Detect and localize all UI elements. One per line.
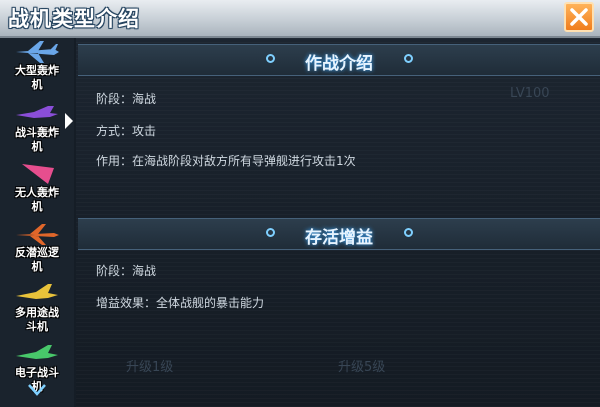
main-panel: LV100 升级1级 升级5级 作战介绍 阶段：海战 方式：攻击 作用：在海战阶… (76, 38, 600, 407)
ghost-upgrade-1: 升级1级 (126, 360, 174, 375)
sidebar-item-label: 大型轰炸机 (15, 64, 59, 91)
survival-section-title: 存活增益 (305, 228, 373, 248)
scroll-down-icon[interactable] (28, 384, 46, 396)
sidebar-item-asw-patrol[interactable]: 反潜巡逻机 (0, 222, 74, 282)
sidebar-item-label: 多用途战 斗机 (15, 306, 59, 333)
close-button[interactable] (564, 2, 594, 32)
close-icon (570, 8, 588, 26)
survival-section-header: 存活增益 (78, 218, 600, 250)
ew-fighter-icon (16, 345, 58, 359)
selected-arrow-icon (65, 113, 73, 129)
window-title: 战机类型介绍 (8, 7, 140, 31)
combat-section-title: 作战介绍 (305, 54, 373, 74)
sidebar-item-label: 反潜巡逻机 (15, 246, 59, 273)
bomber-plane-icon (16, 41, 59, 63)
drone-bomber-icon (22, 164, 54, 184)
fighter-bomber-icon (16, 106, 58, 118)
sidebar-item-multirole-fighter[interactable]: 多用途战 斗机 (0, 282, 74, 342)
sidebar-item-heavy-bomber[interactable]: 大型轰炸机 (0, 40, 74, 100)
sidebar-item-drone-bomber[interactable]: 无人轰炸机 (0, 162, 74, 222)
sidebar-item-fighter-bomber[interactable]: 战斗轰炸机 (0, 102, 74, 162)
combat-row-effect: 作用：在海战阶段对敌方所有导弹舰进行攻击1次 (96, 154, 356, 168)
asw-patrol-icon (16, 224, 59, 245)
multirole-fighter-icon (16, 284, 58, 299)
aircraft-type-sidebar: 大型轰炸机 战斗轰炸机 无人轰炸机 反潜巡逻机 多用途战斗机 电子战斗 机 (0, 38, 74, 407)
ghost-upgrade-5: 升级5级 (338, 360, 386, 375)
bullet-icon (404, 228, 413, 237)
survival-row-stage: 阶段：海战 (96, 264, 157, 278)
combat-row-method: 方式：攻击 (96, 124, 157, 138)
sidebar-item-label: 无人轰炸机 (15, 186, 59, 213)
bullet-icon (404, 54, 413, 63)
combat-row-stage: 阶段：海战 (96, 92, 157, 106)
ghost-level: LV100 (510, 86, 550, 101)
sidebar-item-label: 战斗轰炸机 (15, 126, 59, 153)
combat-section-header: 作战介绍 (78, 44, 600, 76)
survival-row-effect: 增益效果：全体战舰的暴击能力 (96, 296, 265, 310)
title-bar: 战机类型介绍 (0, 0, 600, 38)
